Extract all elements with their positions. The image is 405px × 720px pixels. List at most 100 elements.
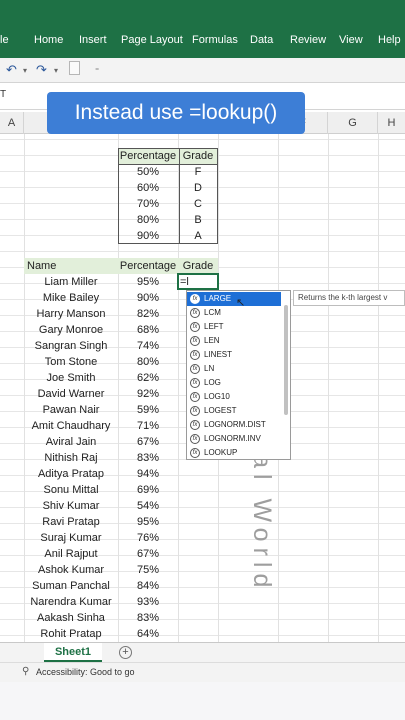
- percentage-cell[interactable]: 68%: [118, 322, 178, 338]
- lookup-header-percentage[interactable]: Percentage: [118, 148, 178, 164]
- percentage-cell[interactable]: 59%: [118, 402, 178, 418]
- undo-icon[interactable]: ↶: [6, 62, 17, 78]
- lookup-grade-cell[interactable]: A: [178, 228, 218, 244]
- active-cell[interactable]: =l: [177, 273, 219, 290]
- lookup-header-grade[interactable]: Grade: [178, 148, 218, 164]
- autocomplete-item[interactable]: fx LN: [187, 362, 281, 376]
- name-cell[interactable]: Harry Manson: [24, 306, 118, 322]
- lookup-percentage-cell[interactable]: 90%: [118, 228, 178, 244]
- print-preview-icon[interactable]: [69, 61, 80, 75]
- percentage-cell[interactable]: 67%: [118, 434, 178, 450]
- percentage-cell[interactable]: 92%: [118, 386, 178, 402]
- percentage-cell[interactable]: 67%: [118, 546, 178, 562]
- tab-help[interactable]: Help: [378, 34, 401, 46]
- name-cell[interactable]: Rohit Pratap: [24, 626, 118, 642]
- autocomplete-item[interactable]: fx LOGEST: [187, 404, 281, 418]
- tab-data[interactable]: Data: [250, 34, 273, 46]
- autocomplete-item[interactable]: fx LCM: [187, 306, 281, 320]
- percentage-cell[interactable]: 93%: [118, 594, 178, 610]
- lookup-grade-cell[interactable]: C: [178, 196, 218, 212]
- header-percentage[interactable]: Percentage: [118, 258, 178, 274]
- percentage-cell[interactable]: 95%: [118, 514, 178, 530]
- autocomplete-item[interactable]: fx LOGNORM.DIST: [187, 418, 281, 432]
- percentage-cell[interactable]: 95%: [118, 274, 178, 290]
- name-box[interactable]: T: [0, 89, 6, 100]
- name-cell[interactable]: Pawan Nair: [24, 402, 118, 418]
- autocomplete-item[interactable]: fx LINEST: [187, 348, 281, 362]
- lookup-grade-cell[interactable]: D: [178, 180, 218, 196]
- name-cell[interactable]: Ravi Pratap: [24, 514, 118, 530]
- name-cell[interactable]: Aviral Jain: [24, 434, 118, 450]
- name-cell[interactable]: Tom Stone: [24, 354, 118, 370]
- percentage-cell[interactable]: 69%: [118, 482, 178, 498]
- lookup-percentage-cell[interactable]: 50%: [118, 164, 178, 180]
- lookup-percentage-cell[interactable]: 70%: [118, 196, 178, 212]
- autocomplete-item[interactable]: fx LOGNORM.INV: [187, 432, 281, 446]
- autocomplete-item[interactable]: fx LOG: [187, 376, 281, 390]
- tab-file[interactable]: le: [0, 34, 9, 46]
- name-cell[interactable]: Nithish Raj: [24, 450, 118, 466]
- percentage-cell[interactable]: 64%: [118, 626, 178, 642]
- name-cell[interactable]: Ashok Kumar: [24, 562, 118, 578]
- autocomplete-item[interactable]: fx LARGE: [187, 292, 281, 306]
- redo-icon[interactable]: ↷: [36, 62, 47, 78]
- header-name[interactable]: Name: [27, 258, 115, 274]
- function-autocomplete-list[interactable]: fx LARGE fx LCM fx LEFT fx LEN fx LINEST fx LN fx LOG…: [186, 290, 291, 460]
- customize-toolbar-icon[interactable]: ⁼: [95, 66, 99, 75]
- percentage-cell[interactable]: 62%: [118, 370, 178, 386]
- function-icon: fx: [190, 350, 200, 360]
- percentage-cell[interactable]: 83%: [118, 610, 178, 626]
- column-header[interactable]: H: [378, 112, 405, 134]
- percentage-cell[interactable]: 75%: [118, 562, 178, 578]
- percentage-cell[interactable]: 94%: [118, 466, 178, 482]
- accessibility-status[interactable]: Accessibility: Good to go: [36, 667, 135, 677]
- column-header[interactable]: A: [0, 112, 24, 134]
- name-cell[interactable]: David Warner: [24, 386, 118, 402]
- lookup-grade-cell[interactable]: B: [178, 212, 218, 228]
- percentage-cell[interactable]: 74%: [118, 338, 178, 354]
- autocomplete-item[interactable]: fx LOOKUP: [187, 446, 281, 460]
- name-cell[interactable]: Shiv Kumar: [24, 498, 118, 514]
- sheet-tab-sheet1[interactable]: Sheet1: [44, 643, 102, 662]
- name-cell[interactable]: Joe Smith: [24, 370, 118, 386]
- name-cell[interactable]: Sonu Mittal: [24, 482, 118, 498]
- tab-review[interactable]: Review: [290, 34, 326, 46]
- redo-dropdown-icon[interactable]: ▾: [54, 66, 58, 75]
- name-cell[interactable]: Suman Panchal: [24, 578, 118, 594]
- column-header[interactable]: G: [328, 112, 378, 134]
- header-grade[interactable]: Grade: [178, 258, 218, 274]
- tab-formulas[interactable]: Formulas: [192, 34, 238, 46]
- percentage-cell[interactable]: 83%: [118, 450, 178, 466]
- lookup-grade-cell[interactable]: F: [178, 164, 218, 180]
- name-cell[interactable]: Narendra Kumar: [24, 594, 118, 610]
- accessibility-icon[interactable]: ⚲: [22, 666, 29, 677]
- add-sheet-icon[interactable]: +: [119, 646, 132, 659]
- percentage-cell[interactable]: 90%: [118, 290, 178, 306]
- name-cell[interactable]: Sangran Singh: [24, 338, 118, 354]
- undo-dropdown-icon[interactable]: ▾: [23, 66, 27, 75]
- autocomplete-scrollbar[interactable]: [284, 305, 288, 415]
- percentage-cell[interactable]: 84%: [118, 578, 178, 594]
- tab-insert[interactable]: Insert: [79, 34, 107, 46]
- autocomplete-item[interactable]: fx LEN: [187, 334, 281, 348]
- autocomplete-item[interactable]: fx LEFT: [187, 320, 281, 334]
- name-cell[interactable]: Anil Rajput: [24, 546, 118, 562]
- percentage-cell[interactable]: 82%: [118, 306, 178, 322]
- name-cell[interactable]: Mike Bailey: [24, 290, 118, 306]
- tab-home[interactable]: Home: [34, 34, 63, 46]
- autocomplete-item[interactable]: fx LOG10: [187, 390, 281, 404]
- name-cell[interactable]: Gary Monroe: [24, 322, 118, 338]
- name-cell[interactable]: Amit Chaudhary: [24, 418, 118, 434]
- name-cell[interactable]: Suraj Kumar: [24, 530, 118, 546]
- percentage-cell[interactable]: 71%: [118, 418, 178, 434]
- percentage-cell[interactable]: 80%: [118, 354, 178, 370]
- tab-view[interactable]: View: [339, 34, 363, 46]
- lookup-percentage-cell[interactable]: 80%: [118, 212, 178, 228]
- tab-page-layout[interactable]: Page Layout: [121, 34, 183, 46]
- name-cell[interactable]: Aditya Pratap: [24, 466, 118, 482]
- percentage-cell[interactable]: 76%: [118, 530, 178, 546]
- percentage-cell[interactable]: 54%: [118, 498, 178, 514]
- lookup-percentage-cell[interactable]: 60%: [118, 180, 178, 196]
- name-cell[interactable]: Aakash Sinha: [24, 610, 118, 626]
- name-cell[interactable]: Liam Miller: [24, 274, 118, 290]
